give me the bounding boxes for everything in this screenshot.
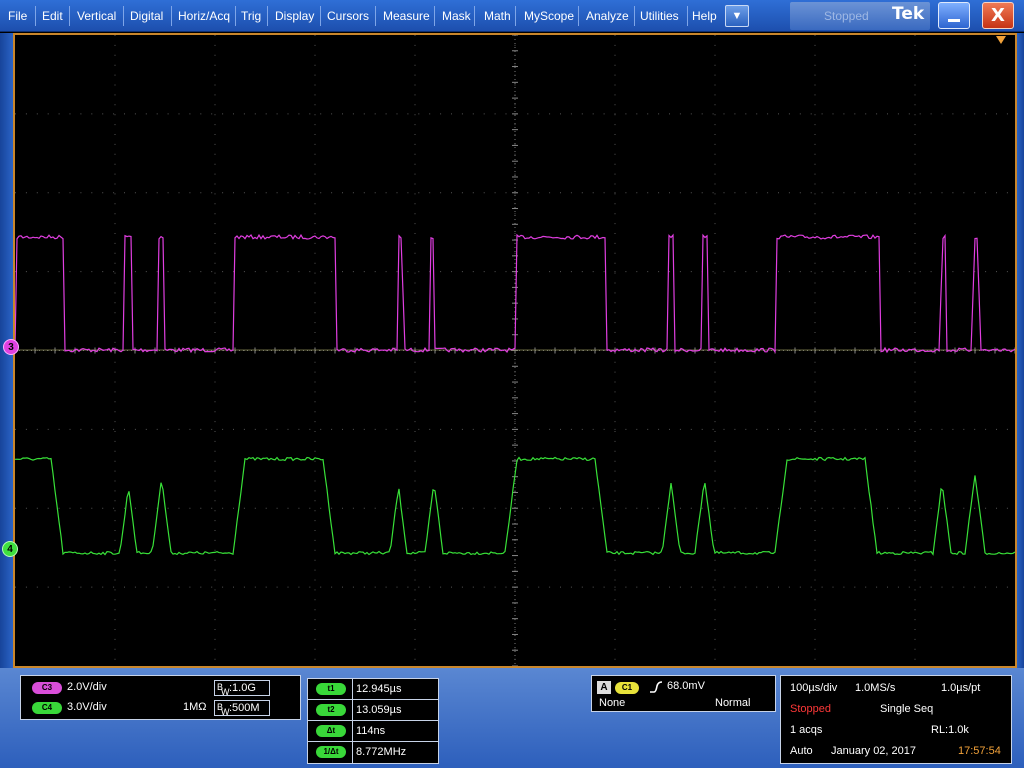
ch4-badge[interactable]: C4 xyxy=(32,702,62,714)
cursor-row-t1: t1 12.945µs xyxy=(308,679,438,700)
menu-bar: File Edit Vertical Digital Horiz/Acq Tri… xyxy=(0,0,1024,32)
close-button[interactable]: X xyxy=(982,2,1014,29)
ch3-bandwidth[interactable]: B W :1.0G xyxy=(214,680,270,697)
menu-separator xyxy=(375,6,376,26)
menu-separator xyxy=(515,6,516,26)
ch4-ground-marker[interactable]: 4 xyxy=(2,541,18,557)
trigger-position-icon[interactable] xyxy=(996,36,1006,44)
cursor-t2-badge[interactable]: t2 xyxy=(316,704,346,716)
trigger-mode-auto: Auto xyxy=(790,745,813,757)
status-watermark: Stopped xyxy=(824,9,869,23)
menu-math[interactable]: Math xyxy=(479,0,516,32)
trigger-level[interactable]: 68.0mV xyxy=(667,680,705,692)
menu-separator xyxy=(171,6,172,26)
menu-vertical[interactable]: Vertical xyxy=(72,0,121,32)
menu-digital[interactable]: Digital xyxy=(125,0,168,32)
status-panel: C3 2.0V/div B W :1.0G C4 3.0V/div 1MΩ B … xyxy=(0,668,1024,768)
run-state[interactable]: Stopped xyxy=(790,703,831,715)
tek-logo: Tek xyxy=(892,4,925,24)
menu-help[interactable]: Help xyxy=(687,0,722,32)
cursor-readout-panel[interactable]: t1 12.945µs t2 13.059µs Δt 114ns 1/Δt 8.… xyxy=(307,678,439,764)
cursor-t2-value: 13.059µs xyxy=(352,700,438,721)
graticule-grid xyxy=(15,35,1015,666)
trigger-mode[interactable]: Normal xyxy=(715,697,750,709)
menu-mask[interactable]: Mask xyxy=(437,0,476,32)
menu-analyze[interactable]: Analyze xyxy=(581,0,634,32)
waveform-display[interactable] xyxy=(13,33,1017,668)
sequence-mode[interactable]: Single Seq xyxy=(880,703,933,715)
menu-file[interactable]: File xyxy=(3,0,32,32)
sample-rate: 1.0MS/s xyxy=(855,682,896,694)
menu-myscope[interactable]: MyScope xyxy=(519,0,579,32)
trigger-coupling: None xyxy=(599,697,626,709)
time: 17:57:54 xyxy=(958,745,1001,757)
cursor-row-freq: 1/Δt 8.772MHz xyxy=(308,742,438,763)
cursor-row-t2: t2 13.059µs xyxy=(308,700,438,721)
resolution: 1.0µs/pt xyxy=(941,682,981,694)
cursor-delta-value: 114ns xyxy=(352,721,438,742)
menu-cursors[interactable]: Cursors xyxy=(322,0,374,32)
menu-separator xyxy=(267,6,268,26)
right-frame xyxy=(1017,33,1024,668)
timebase[interactable]: 100µs/div xyxy=(790,682,837,694)
trigger-source-badge[interactable]: C1 xyxy=(615,682,639,694)
ch4-scale[interactable]: 3.0V/div xyxy=(67,701,107,713)
bw-prefix: W xyxy=(221,687,230,697)
minimize-button[interactable] xyxy=(938,2,970,29)
menu-edit[interactable]: Edit xyxy=(37,0,68,32)
ch4-impedance: 1MΩ xyxy=(183,701,207,713)
acquisition-count: 1 acqs xyxy=(790,724,823,736)
menu-horiz-acq[interactable]: Horiz/Acq xyxy=(173,0,235,32)
cursor-freq-value: 8.772MHz xyxy=(352,742,438,763)
cursor-t1-value: 12.945µs xyxy=(352,679,438,700)
ch3-ground-marker[interactable]: 3 xyxy=(3,339,19,355)
chevron-down-icon[interactable]: ▼ xyxy=(725,5,749,27)
ch4-bandwidth-value: :500M xyxy=(229,702,260,714)
minimize-icon xyxy=(948,19,960,22)
cursor-delta-badge[interactable]: Δt xyxy=(316,725,346,737)
menu-measure[interactable]: Measure xyxy=(378,0,435,32)
menu-separator xyxy=(123,6,124,26)
cursor-t1-badge[interactable]: t1 xyxy=(316,683,346,695)
menu-separator xyxy=(35,6,36,26)
menu-separator xyxy=(474,6,475,26)
menu-utilities[interactable]: Utilities xyxy=(635,0,684,32)
ch3-waveform xyxy=(15,233,1015,354)
menu-separator xyxy=(434,6,435,26)
rising-edge-icon xyxy=(650,681,663,693)
vertical-settings-panel[interactable]: C3 2.0V/div B W :1.0G C4 3.0V/div 1MΩ B … xyxy=(20,675,301,720)
ch3-badge[interactable]: C3 xyxy=(32,682,62,694)
trigger-a-label: A xyxy=(597,681,611,694)
record-length[interactable]: RL:1.0k xyxy=(931,724,969,736)
menu-trig[interactable]: Trig xyxy=(236,0,266,32)
ch4-bandwidth[interactable]: B W :500M xyxy=(214,700,270,717)
menu-separator xyxy=(69,6,70,26)
cursor-row-delta: Δt 114ns xyxy=(308,721,438,742)
date: January 02, 2017 xyxy=(831,745,917,757)
cursor-freq-badge[interactable]: 1/Δt xyxy=(316,746,346,758)
ch3-scale[interactable]: 2.0V/div xyxy=(67,681,107,693)
bw-prefix: W xyxy=(221,707,230,717)
menu-display[interactable]: Display xyxy=(270,0,319,32)
menu-separator xyxy=(320,6,321,26)
ch3-bandwidth-value: :1.0G xyxy=(229,682,256,694)
acquisition-panel[interactable]: 100µs/div 1.0MS/s 1.0µs/pt Stopped Singl… xyxy=(780,675,1012,764)
menu-separator xyxy=(578,6,579,26)
trigger-panel[interactable]: A C1 68.0mV None Normal xyxy=(591,675,776,712)
